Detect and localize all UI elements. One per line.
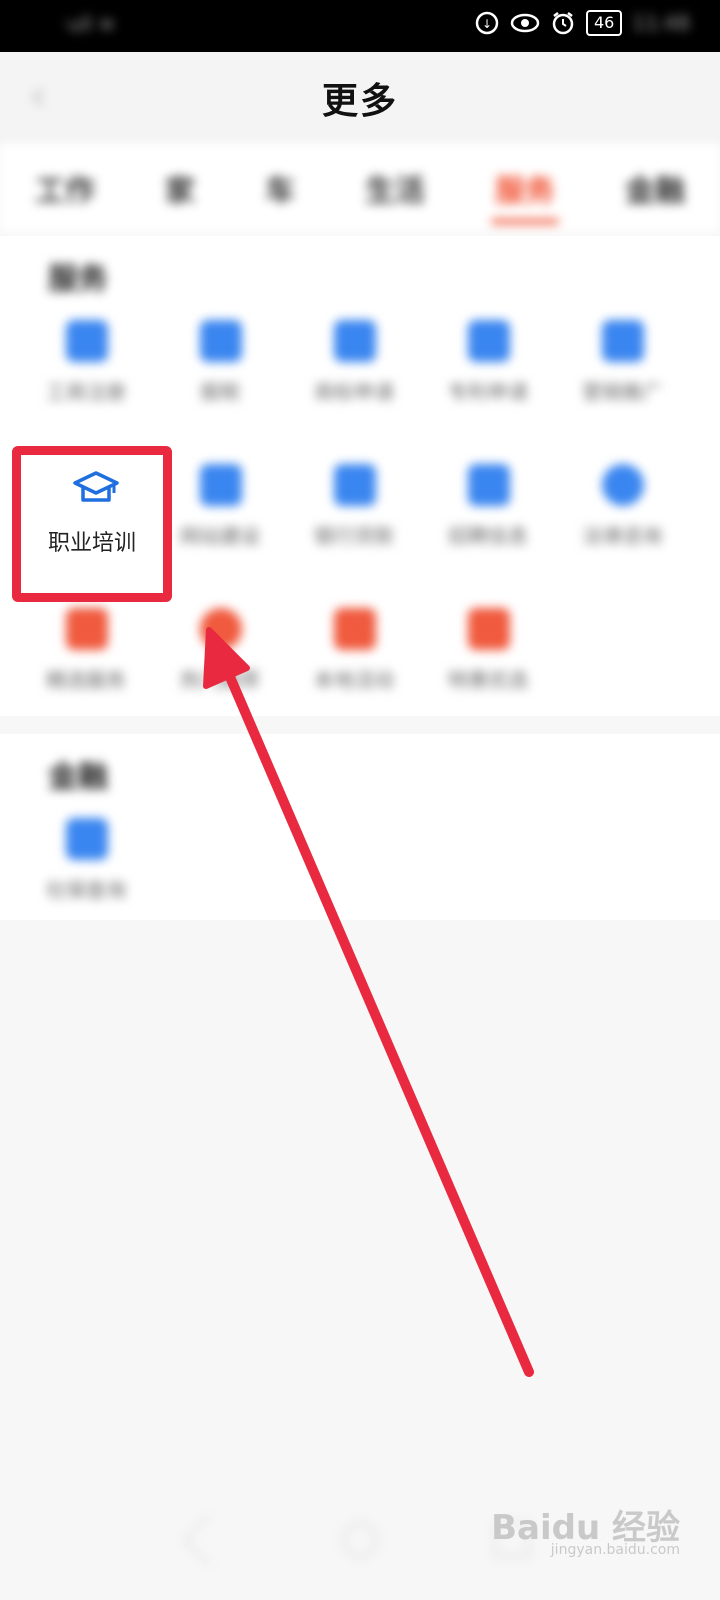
briefcase-icon <box>468 464 510 506</box>
grid-item-trademark[interactable]: 商标申请 <box>286 320 422 430</box>
signal-indicator: ‧ull ≋ <box>62 12 116 36</box>
grid-item-hot[interactable]: 热门推荐 <box>152 608 288 718</box>
tab-car[interactable]: 车 <box>259 166 301 210</box>
receipt-icon <box>200 320 242 362</box>
tab-work[interactable]: 工作 <box>29 166 101 210</box>
status-icons: ↓ 46 11:48 <box>474 10 690 36</box>
document-icon <box>66 320 108 362</box>
svg-text:↓: ↓ <box>482 17 492 31</box>
grid-item-tax[interactable]: 报税 <box>152 320 288 430</box>
grid-item-patent[interactable]: 专利申请 <box>420 320 556 430</box>
monitor-icon <box>200 464 242 506</box>
page-title: 更多 <box>321 81 398 122</box>
tab-life[interactable]: 生活 <box>359 166 431 210</box>
finance-section: 金融 社保查询 <box>0 734 720 920</box>
grid-item-featured[interactable]: 精选服务 <box>18 608 154 718</box>
nav-home-button[interactable] <box>342 1522 378 1558</box>
tab-finance[interactable]: 金融 <box>619 166 691 210</box>
clock: 11:48 <box>632 11 690 35</box>
alarm-icon <box>552 12 574 35</box>
trademark-icon <box>334 320 376 362</box>
music-icon <box>334 608 376 650</box>
bank-icon <box>334 464 376 506</box>
eye-comfort-icon <box>510 13 540 33</box>
tab-service[interactable]: 服务 <box>489 166 561 224</box>
grid-item-marketing[interactable]: 营销推广 <box>554 320 690 430</box>
graduation-cap-icon <box>73 471 119 502</box>
nav-back-button[interactable] <box>182 1514 234 1566</box>
network-icon <box>602 320 644 362</box>
tab-home[interactable]: 家 <box>159 166 201 210</box>
app-header: ‹ 更多 <box>0 52 720 144</box>
category-tabs: 工作 家 车 生活 服务 金融 <box>0 144 720 232</box>
grid-item-business-registration[interactable]: 工商注册 <box>18 320 154 430</box>
gift-icon <box>468 608 510 650</box>
grid-item-loan[interactable]: 银行贷款 <box>286 464 422 574</box>
status-bar: ‧ull ≋ ↓ 46 11:48 <box>0 0 720 52</box>
image-icon <box>66 608 108 650</box>
grid-item-social-security[interactable]: 社保查询 <box>18 818 154 928</box>
globe-icon <box>602 464 644 506</box>
smile-icon <box>200 608 242 650</box>
data-saver-icon: ↓ <box>475 11 499 35</box>
patent-icon <box>468 320 510 362</box>
battery-indicator: 46 <box>586 10 623 36</box>
person-icon <box>66 818 108 860</box>
section-title: 金融 <box>48 760 108 795</box>
section-title: 服务 <box>48 262 108 297</box>
grid-item-legal[interactable]: 法律咨询 <box>554 464 690 574</box>
back-button[interactable]: ‹ <box>30 76 60 116</box>
grid-item-local[interactable]: 本地活动 <box>286 608 422 718</box>
grid-item-recruit[interactable]: 招聘信息 <box>420 464 556 574</box>
highlight-box-vocational-training[interactable]: 职业培训 <box>12 446 172 602</box>
grid-item-website[interactable]: 网站建设 <box>152 464 288 574</box>
vocational-training-label: 职业培训 <box>47 531 136 556</box>
grid-item-deals[interactable]: 特惠优选 <box>420 608 556 718</box>
watermark-url: jingyan.baidu.com <box>550 1542 680 1558</box>
